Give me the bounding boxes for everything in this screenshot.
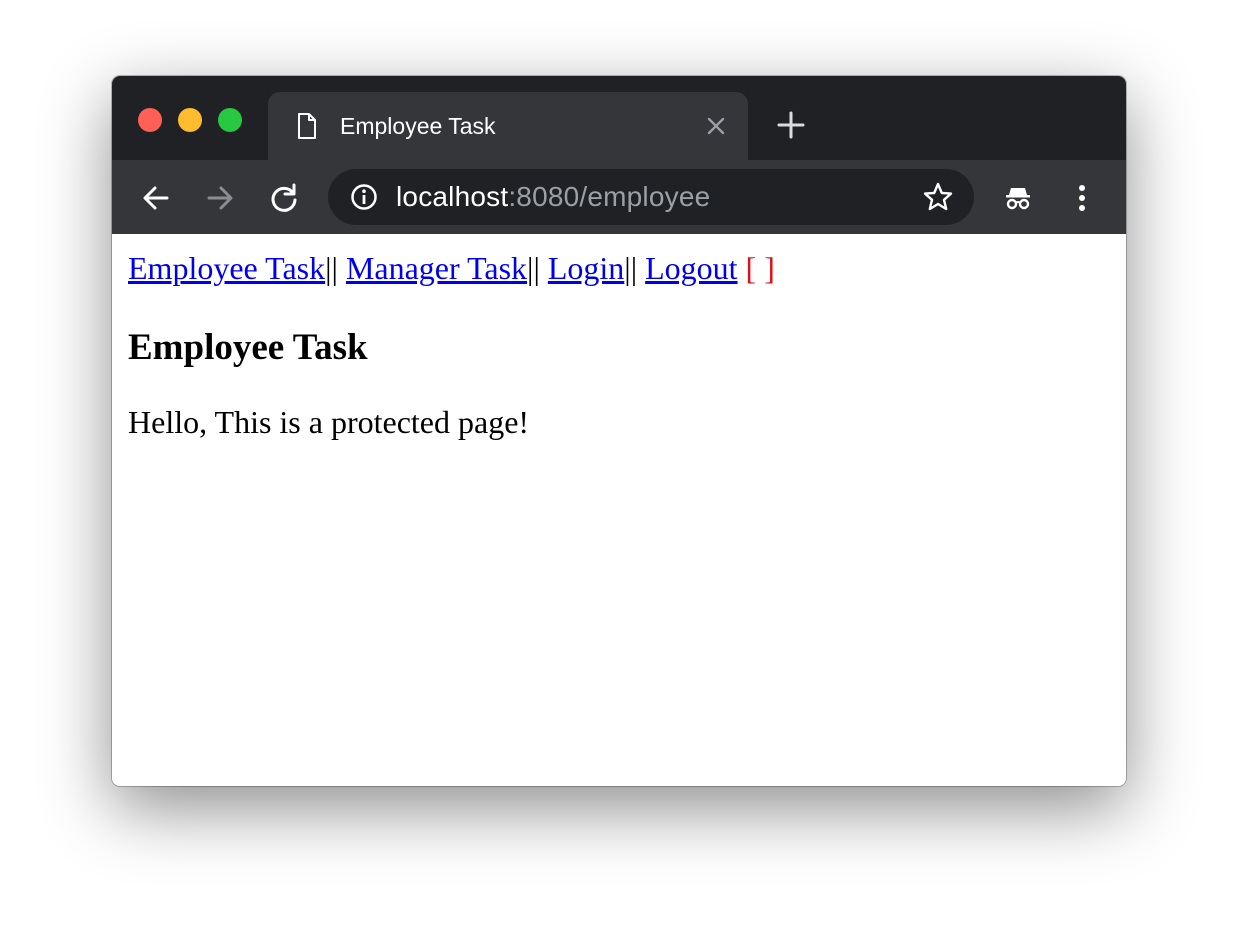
close-tab-icon[interactable] bbox=[704, 114, 728, 138]
page-message: Hello, This is a protected page! bbox=[128, 404, 530, 440]
url-path: :8080/employee bbox=[508, 181, 711, 212]
incognito-icon[interactable] bbox=[1002, 182, 1034, 214]
browser-window: Employee Task localhost:8080/employee Em… bbox=[112, 76, 1126, 786]
logout-link[interactable]: Logout bbox=[645, 250, 737, 286]
back-icon[interactable] bbox=[140, 182, 172, 214]
nav-separator: || bbox=[624, 250, 638, 286]
maximize-window-button[interactable] bbox=[218, 108, 242, 132]
employee-task-link[interactable]: Employee Task bbox=[128, 250, 325, 286]
manager-task-link[interactable]: Manager Task bbox=[346, 250, 527, 286]
user-roles-text: [ ] bbox=[745, 250, 775, 286]
top-nav: Employee Task|| Manager Task|| Login|| L… bbox=[128, 248, 775, 288]
page-content: Employee Task|| Manager Task|| Login|| L… bbox=[112, 234, 1126, 786]
close-window-button[interactable] bbox=[138, 108, 162, 132]
browser-toolbar: localhost:8080/employee bbox=[112, 160, 1126, 234]
info-icon[interactable] bbox=[350, 183, 378, 211]
url-host: localhost bbox=[396, 181, 509, 212]
url-text[interactable]: localhost:8080/employee bbox=[396, 180, 710, 214]
reload-icon[interactable] bbox=[268, 182, 300, 214]
star-icon[interactable] bbox=[922, 181, 954, 213]
page-title: Employee Task bbox=[128, 327, 368, 368]
login-link[interactable]: Login bbox=[548, 250, 624, 286]
address-bar[interactable]: localhost:8080/employee bbox=[328, 169, 974, 225]
nav-separator: || bbox=[325, 250, 338, 286]
new-tab-icon[interactable] bbox=[776, 110, 806, 140]
tab-employee-task[interactable]: Employee Task bbox=[268, 92, 748, 160]
tab-strip: Employee Task bbox=[112, 76, 1126, 160]
tab-title: Employee Task bbox=[340, 113, 496, 139]
minimize-window-button[interactable] bbox=[178, 108, 202, 132]
forward-icon[interactable] bbox=[204, 182, 236, 214]
kebab-menu-icon[interactable] bbox=[1066, 182, 1098, 214]
nav-separator: || bbox=[527, 250, 540, 286]
document-icon bbox=[298, 113, 316, 139]
